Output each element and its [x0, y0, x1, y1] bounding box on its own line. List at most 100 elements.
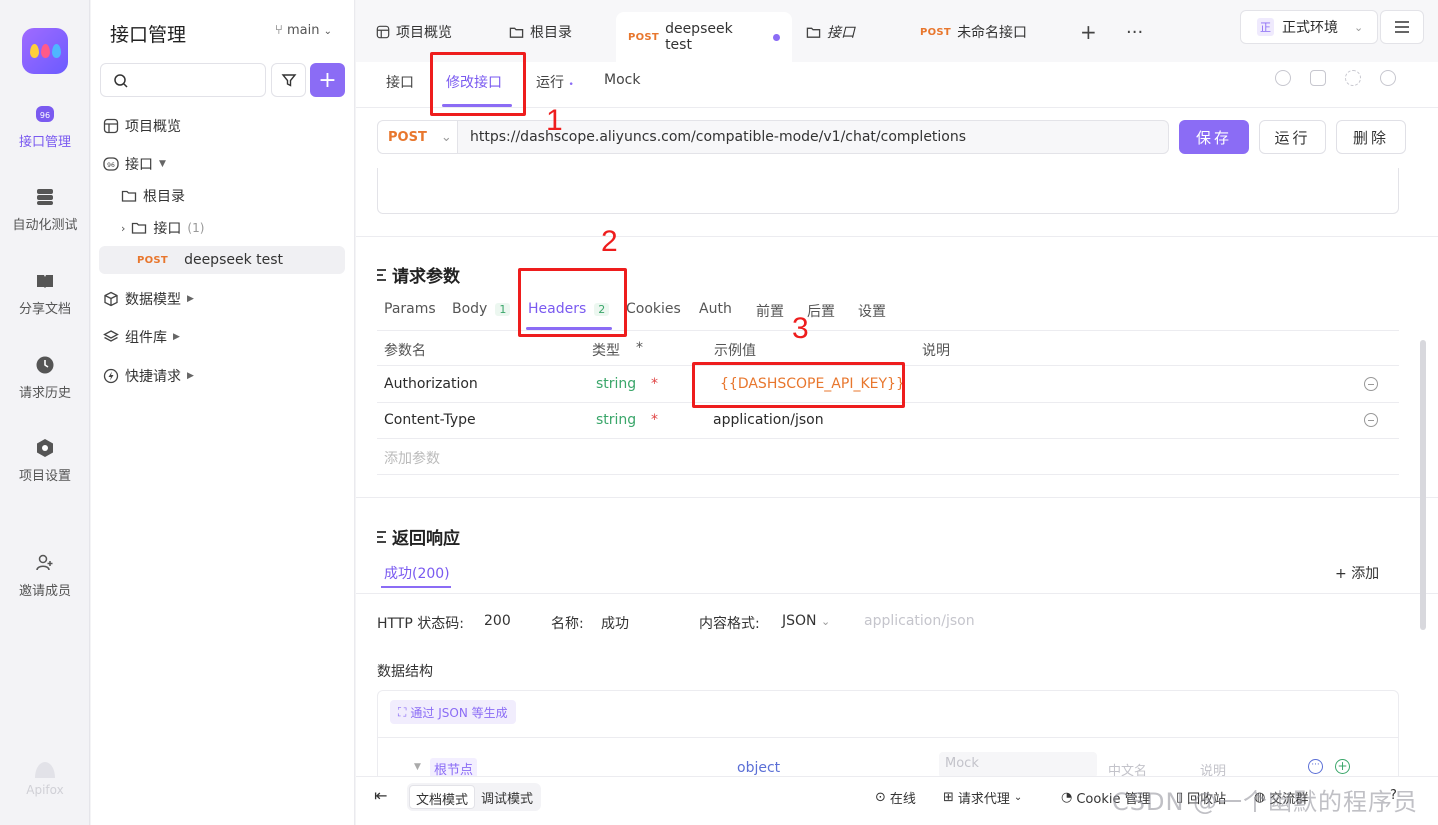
name-label: 名称:: [551, 616, 584, 632]
tree-label: deepseek test: [184, 252, 284, 268]
param-name[interactable]: Content-Type: [384, 412, 476, 428]
rail-item-invite[interactable]: 邀请成员: [0, 552, 90, 599]
proxy-button[interactable]: ⊞ 请求代理 ⌄: [943, 788, 1022, 807]
tree-item-interfaces[interactable]: 96 接口 ▼: [103, 150, 166, 178]
divider: [356, 236, 1438, 237]
folder-icon: [132, 222, 147, 234]
add-child-icon[interactable]: +: [1335, 759, 1350, 774]
name-value[interactable]: 成功: [601, 613, 629, 633]
new-tab-button[interactable]: +: [1068, 12, 1109, 52]
add-param-row[interactable]: 添加参数: [377, 439, 1399, 475]
online-status[interactable]: ⊙ 在线: [875, 788, 916, 807]
share-icon[interactable]: [1345, 70, 1361, 86]
param-required[interactable]: *: [651, 376, 658, 392]
more-tabs-button[interactable]: ···: [1114, 12, 1155, 52]
param-type[interactable]: string: [596, 376, 636, 392]
tree-item-root[interactable]: 根目录: [121, 182, 185, 210]
ptab-settings[interactable]: 设置: [858, 301, 886, 321]
add-button[interactable]: +: [310, 63, 345, 97]
doc-mode-button[interactable]: 文档模式: [409, 785, 476, 809]
tab-overview[interactable]: 项目概览: [364, 12, 464, 52]
tree-item-quick[interactable]: 快捷请求 ▶: [103, 362, 194, 390]
rail-label: 分享文档: [18, 302, 71, 317]
format-selector[interactable]: JSON ⌄: [782, 613, 830, 629]
rail-item-history[interactable]: 请求历史: [0, 354, 90, 401]
caret-down-icon[interactable]: ▼: [414, 762, 421, 772]
lightning-icon: [103, 368, 119, 384]
folder-icon: [121, 190, 137, 202]
rail-item-automation[interactable]: 自动化测试: [0, 186, 90, 233]
apifox-mark-icon: [35, 762, 55, 778]
subtab-interface[interactable]: 接口: [386, 72, 414, 92]
request-params-title: 请求参数: [377, 262, 460, 287]
section-bars-icon: [377, 530, 386, 543]
response-title: 返回响应: [377, 524, 460, 549]
param-required[interactable]: *: [651, 412, 658, 428]
mock-input[interactable]: Mock: [939, 752, 1097, 778]
filter-button[interactable]: [271, 63, 306, 97]
table-row[interactable]: Content-Type string * application/json: [377, 403, 1399, 439]
content-type-value: application/json: [864, 613, 975, 629]
format-value: JSON: [782, 613, 817, 629]
root-type[interactable]: object: [737, 760, 780, 776]
tree-item-components[interactable]: 组件库 ▶: [103, 323, 180, 351]
ptab-cookies[interactable]: Cookies: [626, 301, 681, 317]
ptab-post[interactable]: 后置: [807, 301, 835, 321]
rail-item-interface[interactable]: 96 接口管理: [0, 103, 90, 150]
debug-mode-button[interactable]: 调试模式: [475, 785, 539, 809]
add-response-button[interactable]: + 添加: [1335, 563, 1379, 583]
param-name[interactable]: Authorization: [384, 376, 478, 392]
subtab-mock[interactable]: Mock: [604, 72, 640, 88]
tree-item-folder[interactable]: › 接口 (1): [121, 214, 204, 242]
tab-deepseek-test[interactable]: POST deepseek test: [616, 12, 792, 62]
col-type: 类型: [592, 343, 620, 359]
apifox-logo-icon[interactable]: [22, 28, 68, 74]
delete-button[interactable]: 删除: [1336, 120, 1406, 154]
search-input[interactable]: [100, 63, 266, 97]
add-param-input[interactable]: 添加参数: [384, 448, 440, 468]
branch-selector[interactable]: ⑂ main ⌄: [275, 23, 332, 38]
menu-button[interactable]: [1380, 10, 1424, 44]
tab-root[interactable]: 根目录: [497, 12, 584, 52]
remove-row-icon[interactable]: [1364, 377, 1378, 391]
more-options-icon[interactable]: ···: [1308, 759, 1323, 774]
ptab-auth[interactable]: Auth: [699, 301, 732, 317]
param-type[interactable]: string: [596, 412, 636, 428]
save-button[interactable]: 保存: [1179, 120, 1249, 154]
chevron-right-icon[interactable]: ›: [121, 222, 125, 235]
param-example[interactable]: application/json: [713, 412, 824, 428]
url-input[interactable]: https://dashscope.aliyuncs.com/compatibl…: [458, 129, 966, 145]
ptab-params[interactable]: Params: [384, 301, 436, 317]
ptab-pre[interactable]: 前置: [756, 301, 784, 321]
history-icon[interactable]: [1275, 70, 1291, 86]
copy-icon[interactable]: [1310, 70, 1326, 86]
method-selector[interactable]: POST ⌄: [378, 121, 458, 153]
subtab-run[interactable]: 运行 •: [536, 72, 574, 92]
scrollbar[interactable]: [1420, 340, 1426, 630]
generate-from-json-button[interactable]: ⛶ 通过 JSON 等生成: [390, 700, 516, 724]
ptab-label: Params: [384, 301, 436, 317]
sidebar: 接口管理 ⑂ main ⌄ + 项目概览 96 接口 ▼ 根目录 › 接口 (1…: [91, 0, 355, 825]
schema-root-row[interactable]: ▼ 根节点 object Mock 中文名 说明 ··· +: [377, 738, 1399, 779]
col-required: *: [636, 340, 643, 356]
add-label: 添加: [1351, 566, 1380, 582]
tree-item-overview[interactable]: 项目概览: [103, 112, 181, 140]
collapse-sidebar-icon[interactable]: ⇤: [374, 786, 387, 805]
tree-item-endpoint[interactable]: POST deepseek test: [99, 246, 345, 274]
tree-item-models[interactable]: 数据模型 ▶: [103, 285, 194, 313]
remove-row-icon[interactable]: [1364, 413, 1378, 427]
description-textarea[interactable]: [377, 168, 1399, 214]
gear-icon[interactable]: [1380, 70, 1396, 86]
rail-item-docs[interactable]: 分享文档: [0, 270, 90, 317]
environment-selector[interactable]: 正 正式环境 ⌄: [1240, 10, 1378, 44]
tab-unnamed[interactable]: POST 未命名接口: [908, 12, 1039, 52]
tree-label: 数据模型: [125, 292, 181, 308]
settings-icon: [34, 437, 56, 459]
ptab-body[interactable]: Body 1: [452, 301, 511, 317]
run-button[interactable]: 运行: [1259, 120, 1326, 154]
response-tab-success[interactable]: 成功(200): [384, 563, 450, 583]
status-code-value[interactable]: 200: [484, 613, 511, 629]
tab-folder[interactable]: 接口: [794, 12, 867, 52]
rail-item-settings[interactable]: 项目设置: [0, 437, 90, 484]
hamburger-icon: [1395, 21, 1409, 33]
